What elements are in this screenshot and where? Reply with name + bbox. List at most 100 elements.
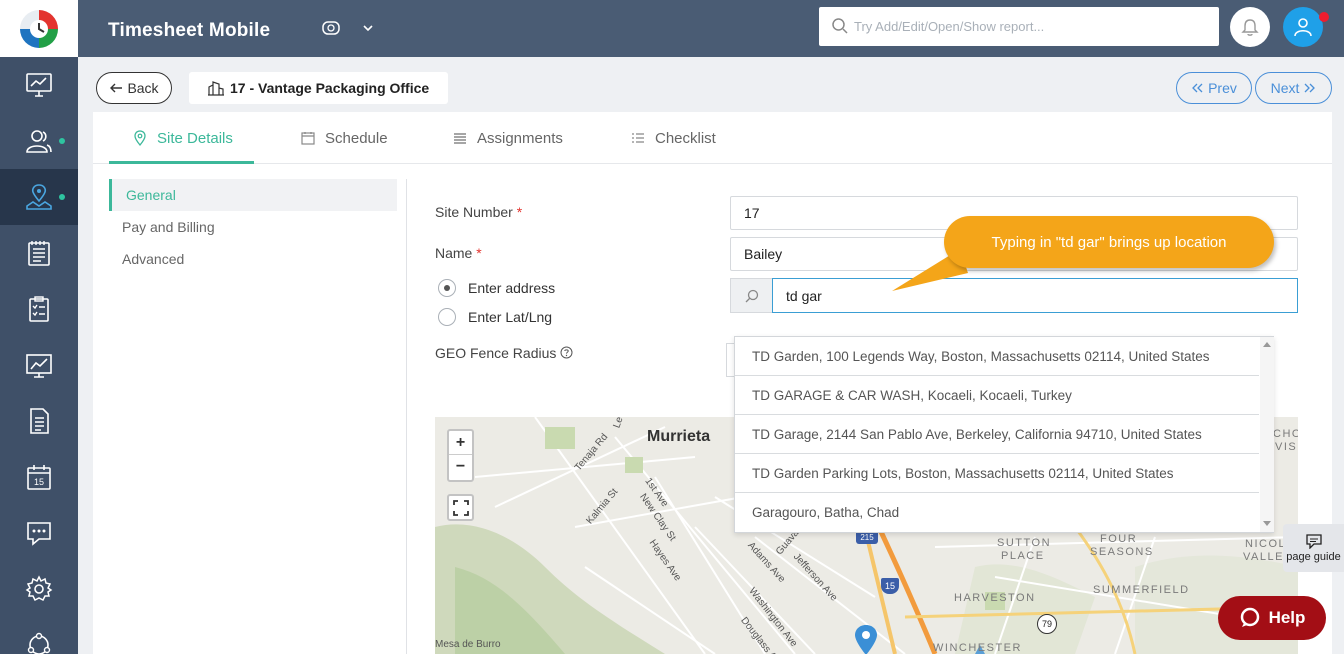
sidebar: 15 <box>0 0 78 654</box>
scroll-up-arrow-icon[interactable] <box>1263 341 1271 347</box>
sidebar-item-timesheets[interactable] <box>0 225 78 281</box>
fullscreen-button[interactable] <box>447 494 474 521</box>
share-icon <box>27 632 51 654</box>
next-button-label: Next <box>1270 80 1300 96</box>
double-chevron-left-icon <box>1192 83 1203 93</box>
address-search-button[interactable] <box>730 278 772 313</box>
scroll-down-arrow-icon[interactable] <box>1263 521 1271 527</box>
site-title-chip: 17 - Vantage Packaging Office <box>189 72 448 104</box>
status-dot <box>59 138 65 144</box>
gear-icon <box>25 575 53 602</box>
tab-label: Site Details <box>157 129 233 147</box>
search-input[interactable] <box>854 7 1209 46</box>
suggestion-item[interactable]: TD Garage, 2144 San Pablo Ave, Berkeley,… <box>735 415 1259 454</box>
site-title: 17 - Vantage Packaging Office <box>230 80 430 96</box>
zoom-out-button[interactable]: − <box>449 455 472 479</box>
users-icon <box>26 130 52 153</box>
divider <box>406 179 407 654</box>
back-button-label: Back <box>127 80 159 96</box>
notification-badge <box>1319 12 1329 22</box>
search-icon <box>745 289 758 302</box>
section-nav-pay-billing[interactable]: Pay and Billing <box>109 211 397 243</box>
dashboard-monitor-icon <box>26 73 52 97</box>
checklist-icon <box>632 133 644 143</box>
tab-label: Checklist <box>655 129 716 147</box>
svg-text:15: 15 <box>34 477 44 487</box>
sidebar-item-messages[interactable] <box>0 505 78 561</box>
notifications-button[interactable] <box>1230 7 1270 47</box>
highway-shield-15: 15 <box>881 578 899 594</box>
page-guide-label: page guide <box>1286 550 1341 563</box>
map-label-city: Murrieta <box>647 428 711 445</box>
suggestion-item[interactable]: Garagouro, Batha, Chad <box>735 493 1259 532</box>
address-input[interactable]: td gar <box>772 278 1298 313</box>
sidebar-item-integrations[interactable] <box>0 617 78 654</box>
help-button[interactable]: Help <box>1218 596 1326 640</box>
chat-bubble-icon <box>1305 533 1322 549</box>
logo-icon <box>20 9 58 48</box>
tab-label: Assignments <box>477 129 563 147</box>
radio-enter-address[interactable] <box>438 279 456 297</box>
tab-assignments[interactable]: Assignments <box>453 112 563 164</box>
map-label: WINCHESTER <box>933 642 1022 654</box>
tab-schedule[interactable]: Schedule <box>301 112 388 164</box>
suggestion-item[interactable]: TD GARAGE & CAR WASH, Kocaeli, Kocaeli, … <box>735 376 1259 415</box>
name-label: Name * <box>435 245 482 261</box>
suggestion-item[interactable]: TD Garden Parking Lots, Boston, Massachu… <box>735 454 1259 493</box>
prev-button[interactable]: Prev <box>1176 72 1252 104</box>
zoom-in-button[interactable]: + <box>449 431 472 455</box>
sidebar-item-dashboard[interactable] <box>0 57 78 113</box>
tab-bar: Site Details Schedule Assignments Checkl… <box>93 112 1332 164</box>
map-label: CHO <box>1273 428 1298 440</box>
tab-checklist[interactable]: Checklist <box>631 112 716 164</box>
status-dot <box>59 194 65 200</box>
section-nav-general[interactable]: General <box>109 179 397 211</box>
map-marker-icon[interactable] <box>852 624 880 654</box>
building-icon <box>208 81 224 96</box>
user-menu-button[interactable] <box>1283 7 1323 47</box>
map-label: Mesa de Burro <box>435 639 501 650</box>
annotation-callout: Typing in "td gar" brings up location <box>944 216 1274 268</box>
section-nav-advanced[interactable]: Advanced <box>109 243 397 275</box>
map-label: VALLE <box>1243 551 1284 563</box>
sidebar-item-settings[interactable] <box>0 561 78 617</box>
sidebar-item-calendar[interactable]: 15 <box>0 449 78 505</box>
global-search[interactable] <box>819 7 1219 46</box>
prev-button-label: Prev <box>1208 80 1237 96</box>
currency-icon[interactable] <box>322 19 340 37</box>
arrow-left-icon <box>110 83 123 93</box>
calendar-icon <box>301 132 315 145</box>
map-location-icon <box>26 184 52 210</box>
site-number-label: Site Number * <box>435 204 523 220</box>
suggestions-scrollbar[interactable] <box>1260 337 1274 532</box>
app-logo[interactable] <box>0 0 78 57</box>
help-circle-icon[interactable] <box>560 346 573 359</box>
sidebar-item-checklists[interactable] <box>0 281 78 337</box>
chat-icon <box>27 522 51 546</box>
map-label: SUTTON <box>997 537 1052 549</box>
tab-label: Schedule <box>325 129 388 147</box>
chevron-down-icon[interactable] <box>361 21 375 35</box>
clipboard-icon <box>29 296 49 322</box>
map-label: SUMMERFIELD <box>1093 584 1190 596</box>
highway-shield-79: 79 <box>1037 614 1057 634</box>
document-icon <box>30 408 49 434</box>
help-label: Help <box>1268 608 1306 627</box>
sidebar-item-sites[interactable] <box>0 169 78 225</box>
back-button[interactable]: Back <box>96 72 172 104</box>
active-tab-indicator <box>109 161 254 164</box>
address-suggestions: TD Garden, 100 Legends Way, Boston, Mass… <box>734 336 1274 533</box>
sidebar-item-employees[interactable] <box>0 113 78 169</box>
map-zoom-control: + − <box>447 429 474 482</box>
sidebar-item-reports[interactable] <box>0 337 78 393</box>
page-guide-button[interactable]: page guide <box>1283 524 1344 572</box>
radio-enter-latlng[interactable] <box>438 308 456 326</box>
next-button[interactable]: Next <box>1255 72 1332 104</box>
tab-site-details[interactable]: Site Details <box>133 112 233 164</box>
map-label: SEASONS <box>1090 546 1154 558</box>
sidebar-item-documents[interactable] <box>0 393 78 449</box>
help-chat-icon <box>1240 607 1259 627</box>
map-label: PLACE <box>1001 550 1045 562</box>
fullscreen-icon <box>452 499 469 516</box>
suggestion-item[interactable]: TD Garden, 100 Legends Way, Boston, Mass… <box>735 337 1259 376</box>
